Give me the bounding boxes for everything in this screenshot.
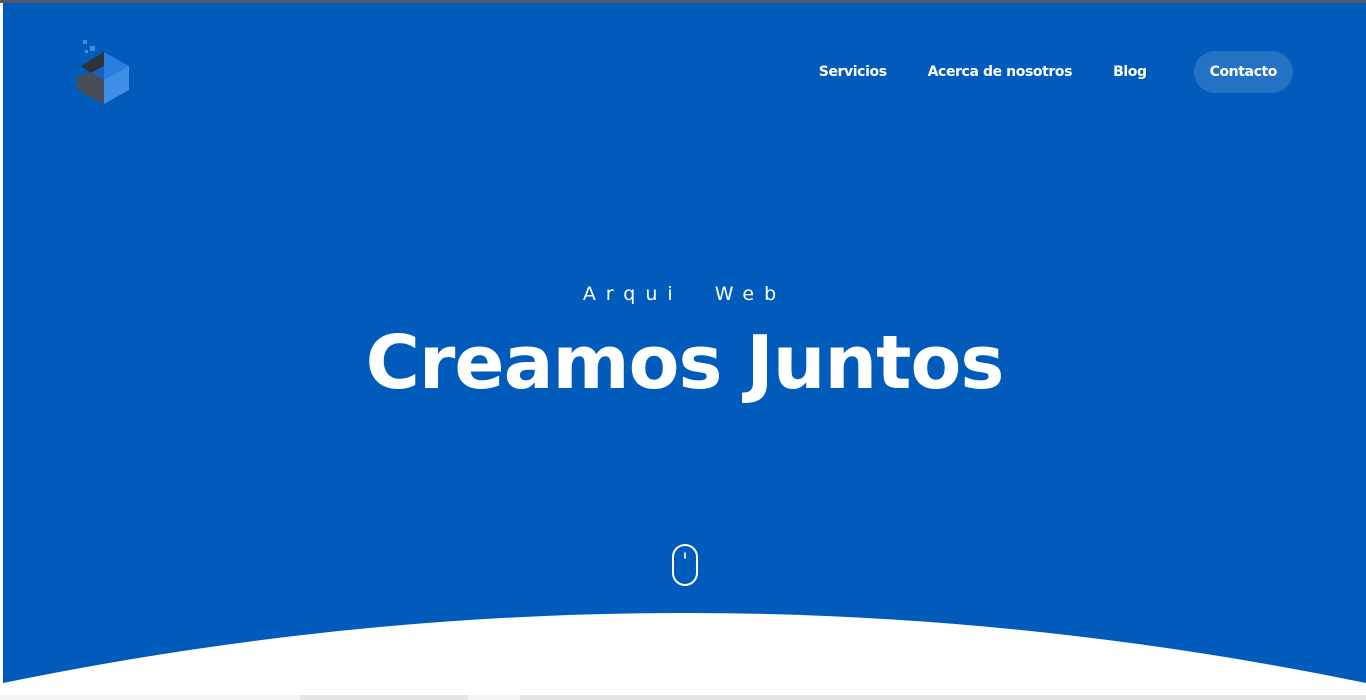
nav-link-blog[interactable]: Blog bbox=[1113, 64, 1147, 80]
nav-link-acerca-de-nosotros[interactable]: Acerca de nosotros bbox=[928, 64, 1073, 80]
bottom-strip-segment bbox=[468, 695, 520, 700]
mouse-scroll-icon[interactable] bbox=[671, 543, 699, 587]
bottom-strip-segment bbox=[0, 695, 300, 700]
nav-link-servicios[interactable]: Servicios bbox=[819, 64, 887, 80]
hero-headline: Creamos Juntos bbox=[365, 320, 1005, 406]
page: Servicios Acerca de nosotros Blog Contac… bbox=[0, 0, 1366, 700]
main-nav: Servicios Acerca de nosotros Blog Contac… bbox=[819, 50, 1293, 94]
bottom-scroll-strip bbox=[0, 695, 1366, 700]
hero-eyebrow: Arqui Web bbox=[582, 283, 787, 305]
contact-button[interactable]: Contacto bbox=[1193, 51, 1293, 93]
hero-section: Servicios Acerca de nosotros Blog Contac… bbox=[3, 3, 1366, 700]
isometric-cube-logo-icon[interactable] bbox=[73, 38, 135, 108]
